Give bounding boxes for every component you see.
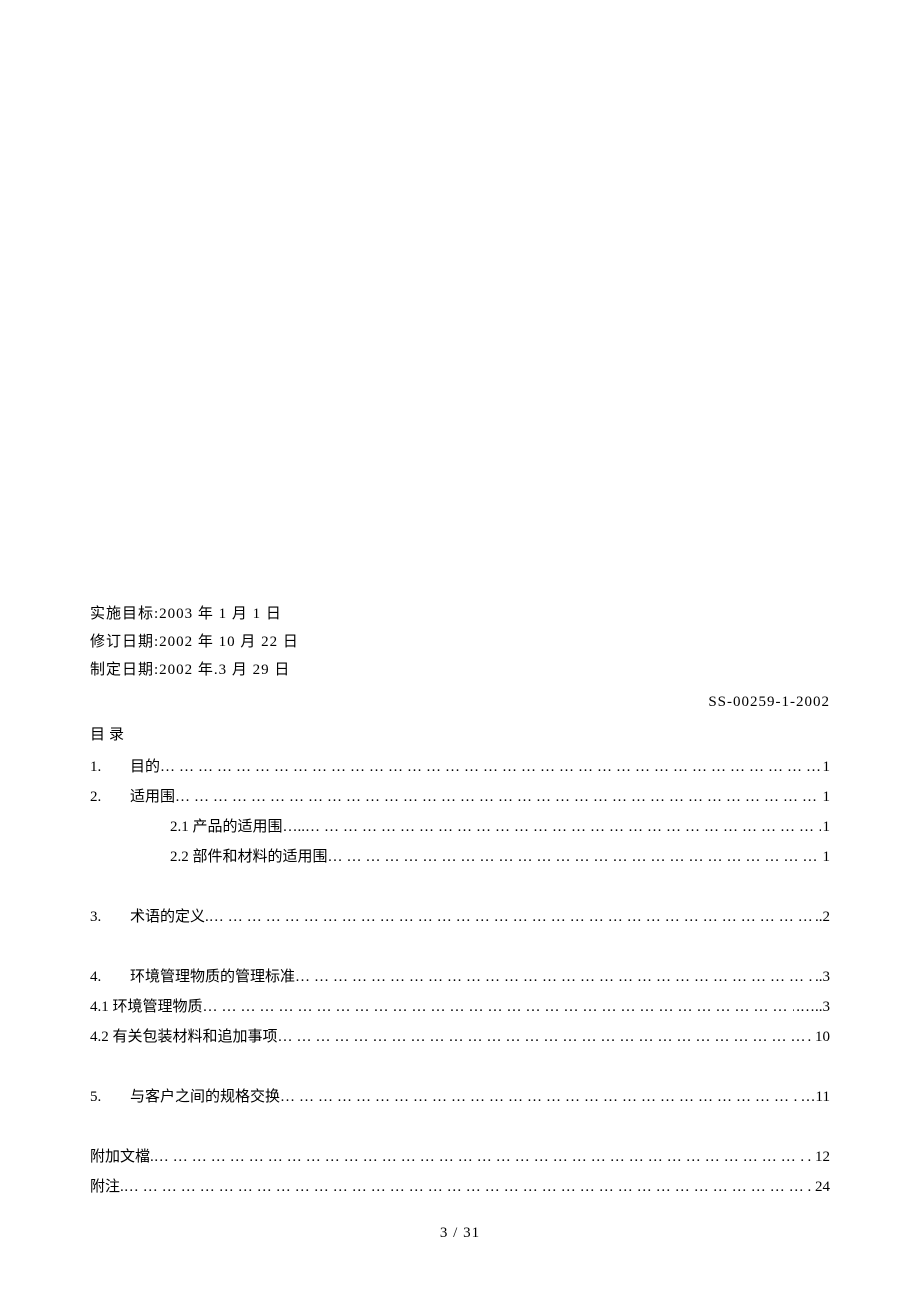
- toc-page: .…..3: [794, 992, 830, 1022]
- date-block: 实施目标:2003 年 1 月 1 日 修订日期:2002 年 10 月 22 …: [90, 600, 830, 684]
- toc-row: 4.环境管理物质的管理标准 ..3: [90, 962, 830, 992]
- toc-number: 3.: [90, 902, 130, 932]
- toc-leader: [154, 1142, 806, 1172]
- toc-leader: [305, 812, 820, 842]
- page-footer: 3 / 31: [0, 1225, 920, 1242]
- toc-page: . 24: [806, 1172, 831, 1202]
- toc-row: 2.适用围 1: [90, 782, 830, 812]
- toc-page: 1: [821, 752, 831, 782]
- date-established: 制定日期:2002 年.3 月 29 日: [90, 656, 830, 684]
- date-revision: 修订日期:2002 年 10 月 22 日: [90, 628, 830, 656]
- toc-gap: [90, 872, 830, 902]
- toc-number: 2.: [90, 782, 130, 812]
- toc-row: 附注. . 24: [90, 1172, 830, 1202]
- toc-label: 适用围: [130, 782, 175, 812]
- toc-row: 5.与客户之间的规格交换 …11: [90, 1082, 830, 1112]
- toc-leader: [124, 1172, 806, 1202]
- toc-page: . 12: [806, 1142, 831, 1172]
- toc-leader: [160, 752, 820, 782]
- toc-page: ..3: [813, 962, 830, 992]
- toc-leader: [209, 902, 813, 932]
- toc-label: 4.2 有关包装材料和追加事项: [90, 1022, 278, 1052]
- toc-leader: [328, 842, 821, 872]
- toc-leader: [175, 782, 820, 812]
- toc-gap: [90, 1052, 830, 1082]
- toc-heading: 目录: [90, 723, 830, 744]
- toc-row: 4.1 环境管理物质 .…..3: [90, 992, 830, 1022]
- toc-label: 4.1 环境管理物质: [90, 992, 203, 1022]
- toc-row: 2.2 部件和材料的适用围 1: [90, 842, 830, 872]
- date-implementation: 实施目标:2003 年 1 月 1 日: [90, 600, 830, 628]
- toc-row: 3.术语的定义. ..2: [90, 902, 830, 932]
- toc-leader: [278, 1022, 806, 1052]
- toc-number: 4.: [90, 962, 130, 992]
- toc-row: 附加文檔. . 12: [90, 1142, 830, 1172]
- table-of-contents: 1.目的 1 2.适用围 1 2.1 产品的适用围….. 1 2.2 部件和材料的适用围 1 3…: [90, 752, 830, 1202]
- toc-number: 5.: [90, 1082, 130, 1112]
- toc-label: 与客户之间的规格交换: [130, 1082, 280, 1112]
- toc-leader: [295, 962, 813, 992]
- toc-page: 1: [821, 782, 831, 812]
- toc-page: 1: [821, 842, 831, 872]
- toc-label: 附加文檔.: [90, 1142, 154, 1172]
- toc-page: . 10: [806, 1022, 831, 1052]
- toc-row: 4.2 有关包装材料和追加事项 . 10: [90, 1022, 830, 1052]
- toc-number: 1.: [90, 752, 130, 782]
- toc-label: 术语的定义.: [130, 902, 209, 932]
- toc-label: 环境管理物质的管理标准: [130, 962, 295, 992]
- toc-page: …11: [799, 1082, 830, 1112]
- toc-leader: [280, 1082, 799, 1112]
- document-id: SS-00259-1-2002: [90, 694, 830, 711]
- toc-page: ..2: [813, 902, 830, 932]
- toc-gap: [90, 1112, 830, 1142]
- toc-page: 1: [821, 812, 831, 842]
- toc-row: 2.1 产品的适用围….. 1: [90, 812, 830, 842]
- toc-label: 2.2 部件和材料的适用围: [170, 842, 328, 872]
- toc-row: 1.目的 1: [90, 752, 830, 782]
- toc-leader: [203, 992, 795, 1022]
- toc-gap: [90, 932, 830, 962]
- toc-label: 附注.: [90, 1172, 124, 1202]
- toc-label: 目的: [130, 752, 160, 782]
- toc-label: 2.1 产品的适用围…..: [170, 812, 305, 842]
